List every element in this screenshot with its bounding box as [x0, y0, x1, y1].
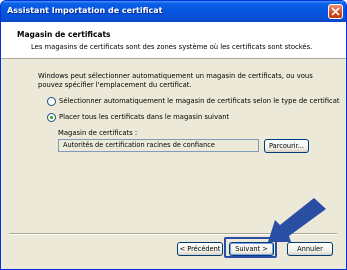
radio-auto-select-label: Sélectionner automatiquement le magasin …	[59, 97, 340, 105]
previous-button[interactable]: < Précédent	[177, 242, 223, 256]
radio-place-in-store-label: Placer tous les certificats dans le maga…	[59, 113, 230, 121]
pointer-arrow-icon	[268, 198, 326, 242]
close-icon	[331, 7, 340, 16]
certificate-store-label: Magasin de certificats :	[58, 129, 138, 137]
window-title: Assistant Importation de certificat	[7, 6, 163, 15]
description-text: Windows peut sélectionner automatiquemen…	[38, 72, 313, 89]
cancel-button[interactable]: Annuler	[287, 242, 333, 256]
wizard-header: Magasin de certificats Les magasins de c…	[1, 22, 346, 59]
certificate-store-field: Autorités de certification racines de co…	[58, 139, 259, 152]
radio-button-checked[interactable]	[47, 113, 56, 122]
radio-button-unchecked[interactable]	[47, 97, 56, 106]
page-title: Magasin de certificats	[17, 30, 111, 39]
close-button[interactable]	[328, 4, 343, 19]
title-bar[interactable]: Assistant Importation de certificat	[1, 1, 346, 22]
page-subtitle: Les magasins de certificats sont des zon…	[31, 43, 313, 51]
browse-button[interactable]: Parcourir...	[264, 139, 309, 153]
